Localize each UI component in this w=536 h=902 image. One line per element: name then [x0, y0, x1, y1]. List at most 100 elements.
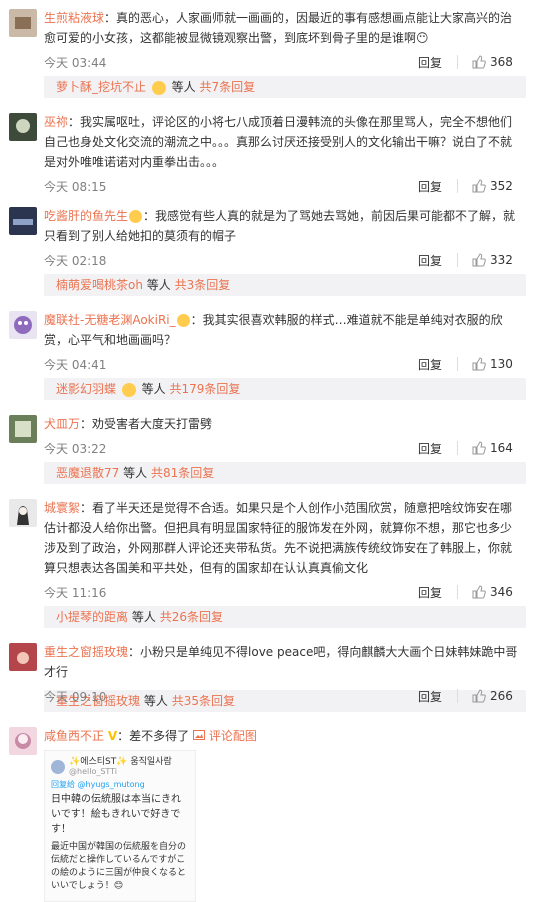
comment-text: 咸鱼西不正 V：差不多得了 评论配图 [44, 726, 526, 746]
avatar[interactable] [9, 415, 37, 443]
tweet-text: 最近中国が韓国の伝統服を自分の伝統だと操作しているんですがこの絵のように三国が仲… [51, 842, 187, 891]
sub-reply-user[interactable]: 迷影幻羽蝶 [56, 382, 116, 396]
comment-text: 魔联社-无糖老渊AokiRi_ ：我其实很喜欢韩服的样式…难道就不能是单纯对衣服的… [44, 313, 503, 347]
reply-count[interactable]: 共3条回复 [175, 278, 231, 292]
divider [457, 253, 458, 267]
comment-item: 巫祢：我实属呕吐，评论区的小将七八成顶着日漫韩流的头像在那里骂人，完全不想他们自… [0, 104, 536, 194]
comment-meta: 今天 08:15 回复 352 [44, 176, 526, 196]
thumbs-up-icon [472, 585, 486, 599]
tweet-text: 日中韓の伝統服は本当にきれいです！絵もきれいで好きです！ [51, 794, 181, 835]
avatar[interactable] [9, 311, 37, 339]
divider [457, 55, 458, 69]
like-count: 130 [490, 357, 513, 371]
username[interactable]: 重生之窗摇玫瑰 [44, 645, 128, 659]
username[interactable]: 吃酱肝的鱼先生 [44, 209, 128, 223]
like-button[interactable]: 332 [472, 253, 526, 267]
reply-button[interactable]: 回复 [418, 356, 453, 373]
tweet-handle: @hello_STTi [69, 767, 118, 776]
like-button[interactable]: 130 [472, 357, 526, 371]
timestamp: 今天 02:18 [44, 253, 107, 268]
username[interactable]: 咸鱼西不正 [44, 729, 104, 743]
comment-meta: 今天 09:10 回复 266 [44, 686, 526, 706]
sub-reply-user[interactable]: 小提琴的距离 [56, 610, 128, 624]
comment-content: 看了半天还是觉得不合适。如果只是个人创作小范围欣赏，随意把啥纹饰安在哪估计都没人… [44, 501, 513, 575]
comment-item: 吃酱肝的鱼先生 ：我感觉有些人真的就是为了骂她去骂她，前因后果可能都不了解，就只看… [0, 198, 536, 268]
avatar[interactable] [9, 499, 37, 527]
reply-count[interactable]: 共7条回复 [200, 80, 256, 94]
sub-replies-link[interactable]: 楠萌爱喝桃茶oh 等人 共3条回复 [44, 274, 526, 296]
divider [457, 585, 458, 599]
sub-reply-user[interactable]: 恶魔退散77 [56, 466, 119, 480]
thumbs-up-icon [472, 253, 486, 267]
comment-image-link[interactable]: 评论配图 [193, 729, 257, 743]
reply-button[interactable]: 回复 [418, 584, 453, 601]
like-count: 332 [490, 253, 513, 267]
username[interactable]: 巫祢 [44, 115, 68, 129]
badge-icon [129, 210, 143, 223]
sub-replies-link[interactable]: 迷影幻羽蝶 等人 共179条回复 [44, 378, 526, 400]
comment-meta: 今天 02:18 回复 332 [44, 250, 526, 270]
reply-button[interactable]: 回复 [418, 178, 453, 195]
comment-item: 犬皿万：劝受害者大度天打雷劈 今天 03:22 回复 164 [0, 406, 536, 456]
username[interactable]: 城寰絮 [44, 501, 80, 515]
like-button[interactable]: 352 [472, 179, 526, 193]
username[interactable]: 生煎粘液球 [44, 11, 104, 25]
sub-replies-link[interactable]: 萝卜酥_挖坑不止 等人 共7条回复 [44, 76, 526, 98]
divider [457, 357, 458, 371]
avatar[interactable] [9, 113, 37, 141]
comment-meta: 今天 03:22 回复 164 [44, 438, 526, 458]
username[interactable]: 犬皿万 [44, 417, 80, 431]
comment-text: 生煎粘液球：真的恶心，人家画师就一画画的，因最近的事有感想画点能让大家高兴的治愈… [44, 11, 513, 45]
reply-count[interactable]: 共179条回复 [170, 382, 241, 396]
timestamp: 今天 04:41 [44, 357, 107, 372]
tweet-reply-to: 回复给 @hyugs_mutong [51, 780, 145, 789]
like-count: 368 [490, 55, 513, 69]
avatar[interactable] [9, 643, 37, 671]
reply-button[interactable]: 回复 [418, 252, 453, 269]
like-button[interactable]: 346 [472, 585, 526, 599]
divider [457, 689, 458, 703]
comment-text: 重生之窗摇玫瑰：小粉只是单纯见不得love peace吧，得向麒麟大大画个日妹韩… [44, 645, 518, 679]
avatar[interactable] [9, 207, 37, 235]
sub-reply-user[interactable]: 萝卜酥_挖坑不止 [56, 80, 146, 94]
avatar[interactable] [9, 9, 37, 37]
image-icon [193, 730, 205, 740]
like-count: 266 [490, 689, 513, 703]
emoji-icon [151, 80, 166, 95]
like-button[interactable]: 164 [472, 441, 526, 455]
comment-image[interactable]: ✨에스티ST✨ 움직일사람 @hello_STTi 回复给 @hyugs_mut… [44, 750, 196, 902]
verified-icon: V [107, 729, 118, 743]
sub-replies-link[interactable]: 小提琴的距离 等人 共26条回复 [44, 606, 526, 628]
timestamp: 今天 09:10 [44, 689, 107, 704]
emoji-icon [121, 382, 136, 397]
like-button[interactable]: 368 [472, 55, 526, 69]
comment-text: 城寰絮：看了半天还是觉得不合适。如果只是个人创作小范围欣赏，随意把啥纹饰安在哪估… [44, 501, 513, 575]
comment-item: 城寰絮：看了半天还是觉得不合适。如果只是个人创作小范围欣赏，随意把啥纹饰安在哪估… [0, 490, 536, 600]
divider [457, 179, 458, 193]
like-count: 164 [490, 441, 513, 455]
username[interactable]: 魔联社-无糖老渊AokiRi_ [44, 313, 176, 327]
sub-reply-user[interactable]: 楠萌爱喝桃茶oh [56, 278, 143, 292]
comment-meta: 今天 04:41 回复 130 [44, 354, 526, 374]
comment-content: 差不多得了 [129, 729, 190, 743]
tweet-header: ✨에스티ST✨ 움직일사람 @hello_STTi [45, 751, 195, 779]
comment-item: 重生之窗摇玫瑰：小粉只是单纯见不得love peace吧，得向麒麟大大画个日妹韩… [0, 634, 536, 704]
thumbs-up-icon [472, 441, 486, 455]
like-count: 346 [490, 585, 513, 599]
like-button[interactable]: 266 [472, 689, 526, 703]
reply-count[interactable]: 共81条回复 [151, 466, 214, 480]
badge-icon [176, 314, 190, 327]
timestamp: 今天 03:22 [44, 441, 107, 456]
reply-button[interactable]: 回复 [418, 54, 453, 71]
tweet-author: ✨에스티ST✨ 움직일사람 [69, 757, 172, 767]
comment-meta: 今天 03:44 回复 368 [44, 52, 526, 72]
reply-button[interactable]: 回复 [418, 440, 453, 457]
thumbs-up-icon [472, 357, 486, 371]
avatar[interactable] [9, 727, 37, 755]
comment-meta: 今天 11:16 回复 346 [44, 582, 526, 602]
comment-text: 吃酱肝的鱼先生 ：我感觉有些人真的就是为了骂她去骂她，前因后果可能都不了解，就只看… [44, 209, 516, 243]
sub-replies-link[interactable]: 恶魔退散77 等人 共81条回复 [44, 462, 526, 484]
reply-count[interactable]: 共26条回复 [160, 610, 223, 624]
timestamp: 今天 11:16 [44, 585, 107, 600]
reply-button[interactable]: 回复 [418, 688, 453, 705]
